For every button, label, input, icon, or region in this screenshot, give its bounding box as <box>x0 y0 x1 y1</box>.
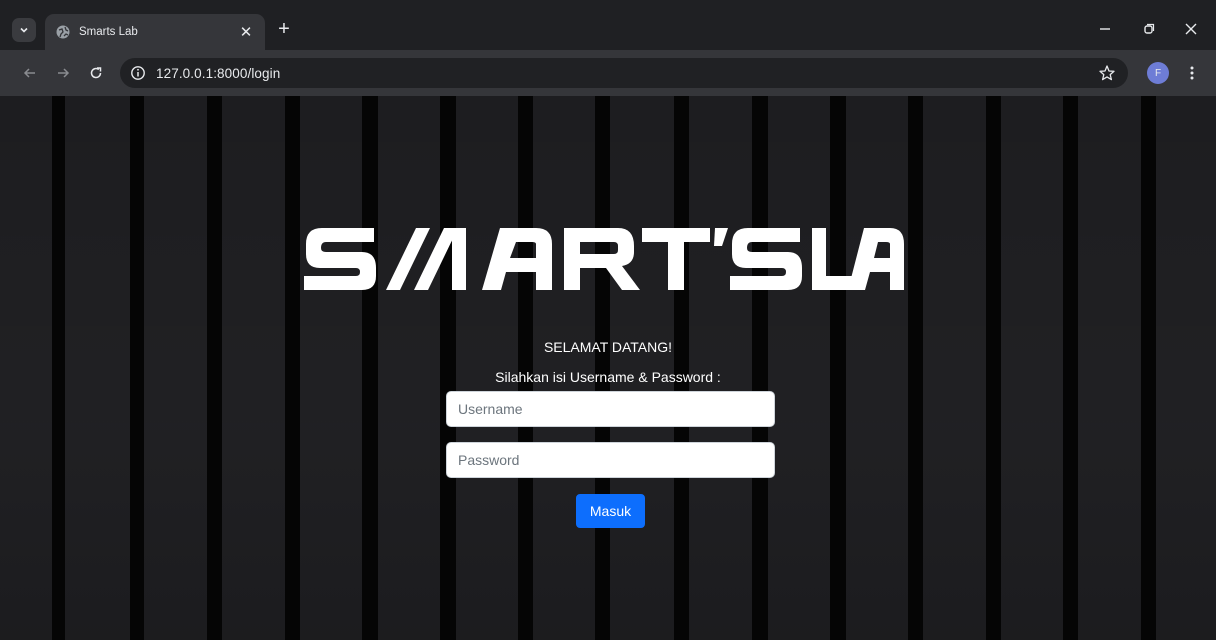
close-tab-icon[interactable]: ✕ <box>237 23 255 41</box>
browser-toolbar: 127.0.0.1:8000/login F <box>0 50 1216 96</box>
background-stripe <box>52 96 65 640</box>
background-stripe <box>752 96 768 640</box>
menu-icon[interactable] <box>1180 61 1204 85</box>
close-window-icon[interactable] <box>1176 16 1206 42</box>
background-stripe <box>440 96 456 640</box>
background-stripe <box>130 96 144 640</box>
background-stripe <box>1141 96 1156 640</box>
address-bar[interactable]: 127.0.0.1:8000/login <box>120 58 1128 88</box>
site-info-icon[interactable] <box>130 65 146 81</box>
profile-avatar[interactable]: F <box>1147 62 1169 84</box>
background-stripe <box>674 96 689 640</box>
globe-favicon-icon <box>56 25 70 39</box>
smarts-lab-logo <box>304 228 904 290</box>
login-submit-button[interactable]: Masuk <box>576 494 645 528</box>
background-stripe <box>830 96 846 640</box>
login-instruction: Silahkan isi Username & Password : <box>495 369 721 385</box>
page-viewport: SELAMAT DATANG! Silahkan isi Username & … <box>0 96 1216 640</box>
bookmark-star-icon[interactable] <box>1098 64 1116 82</box>
url-text: 127.0.0.1:8000/login <box>156 65 281 81</box>
username-input[interactable] <box>446 391 775 427</box>
welcome-heading: SELAMAT DATANG! <box>543 339 673 355</box>
minimize-icon[interactable] <box>1090 16 1120 42</box>
restore-icon[interactable] <box>1134 16 1164 42</box>
tab-search-icon[interactable] <box>12 18 36 42</box>
background-stripe <box>908 96 923 640</box>
reload-icon[interactable] <box>84 61 108 85</box>
background-stripe <box>362 96 378 640</box>
new-tab-icon[interactable]: + <box>272 18 296 42</box>
password-input[interactable] <box>446 442 775 478</box>
tab-title: Smarts Lab <box>79 26 138 38</box>
background-stripe <box>518 96 533 640</box>
browser-tab-bar: Smarts Lab ✕ + <box>0 0 1216 50</box>
browser-tab[interactable]: Smarts Lab ✕ <box>45 14 265 50</box>
background-stripe <box>986 96 1001 640</box>
back-icon[interactable] <box>18 61 42 85</box>
forward-icon[interactable] <box>51 61 75 85</box>
background-stripe <box>207 96 222 640</box>
background-stripe <box>285 96 300 640</box>
background-stripe <box>1063 96 1078 640</box>
background-stripe <box>595 96 610 640</box>
